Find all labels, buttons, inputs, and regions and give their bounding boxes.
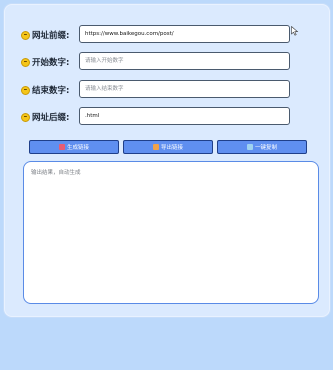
generate-button-label: 生成链接 xyxy=(66,145,89,151)
export-button[interactable]: 导出链接 xyxy=(123,140,213,154)
output-textarea[interactable] xyxy=(23,161,319,304)
prefix-label: 网址前缀: xyxy=(21,28,69,42)
smiley-emoji-icon xyxy=(21,112,30,122)
start-label: 开始数字: xyxy=(21,55,69,69)
clipboard-icon xyxy=(246,144,253,150)
generate-button[interactable]: 生成链接 xyxy=(29,140,119,154)
suffix-input[interactable] xyxy=(79,107,290,125)
gift-icon xyxy=(152,144,159,150)
start-label-text: 开始数字: xyxy=(32,58,70,68)
suffix-label: 网址后缀: xyxy=(21,110,69,124)
start-input[interactable] xyxy=(79,52,290,70)
suffix-label-text: 网址后缀: xyxy=(32,113,70,123)
smiley-emoji-icon xyxy=(21,85,30,95)
end-label: 结束数字: xyxy=(21,83,69,97)
prefix-label-text: 网址前缀: xyxy=(32,31,70,41)
smiley-emoji-icon xyxy=(21,30,30,40)
mouse-pointer-icon xyxy=(291,26,299,36)
copy-button[interactable]: 一键复制 xyxy=(217,140,307,154)
export-button-label: 导出链接 xyxy=(160,145,183,151)
end-input[interactable] xyxy=(79,80,290,98)
prefix-row: 网址前缀: xyxy=(5,25,331,45)
prefix-input[interactable] xyxy=(79,25,290,43)
generator-card: 网址前缀: 开始数字: 结束数字: 网址后缀: 生成链接 导出链接 一键复制 xyxy=(4,4,330,317)
suffix-row: 网址后缀: xyxy=(5,107,331,127)
end-row: 结束数字: xyxy=(5,80,331,100)
copy-button-label: 一键复制 xyxy=(254,145,277,151)
smiley-emoji-icon xyxy=(21,57,30,67)
start-row: 开始数字: xyxy=(5,52,331,72)
pencil-icon xyxy=(58,144,65,150)
end-label-text: 结束数字: xyxy=(32,86,70,96)
